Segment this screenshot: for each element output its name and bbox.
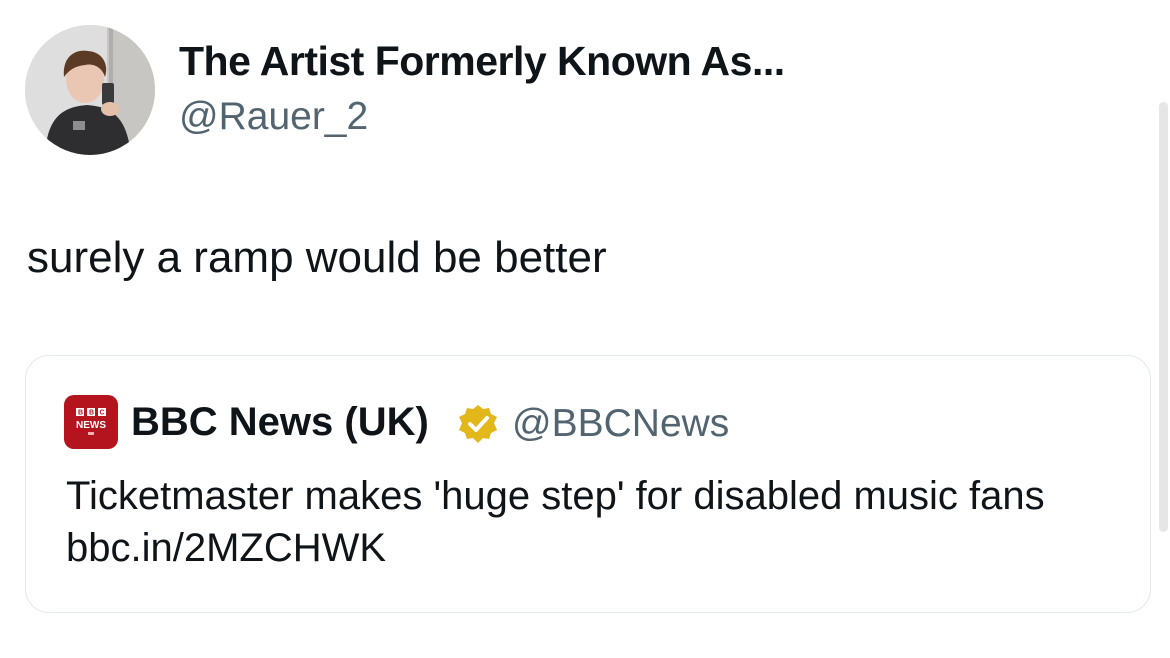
avatar-photo [25,25,155,155]
svg-text:B: B [78,410,83,417]
tweet-page: The Artist Formerly Known As... @Rauer_2… [0,0,1170,658]
gold-verified-icon[interactable] [457,403,499,445]
author-handle[interactable]: @Rauer_2 [179,95,368,139]
svg-text:C: C [100,410,105,417]
quoted-tweet-text: Ticketmaster makes 'huge step' for disab… [66,474,1045,570]
author-name[interactable]: The Artist Formerly Known As... [179,38,785,85]
scrollbar[interactable] [1159,102,1168,532]
bbc-news-logo[interactable]: B B C NEWS [64,395,118,449]
svg-text:B: B [89,410,94,417]
quoted-tweet-card[interactable]: B B C NEWS BBC News (UK) @BBCNews Ticket… [25,355,1151,613]
quoted-author-handle[interactable]: @BBCNews [512,402,729,446]
quoted-author-name[interactable]: BBC News (UK) [131,400,429,445]
tweet-text: surely a ramp would be better [27,233,607,282]
svg-text:NEWS: NEWS [76,420,106,431]
author-avatar[interactable] [25,25,155,155]
